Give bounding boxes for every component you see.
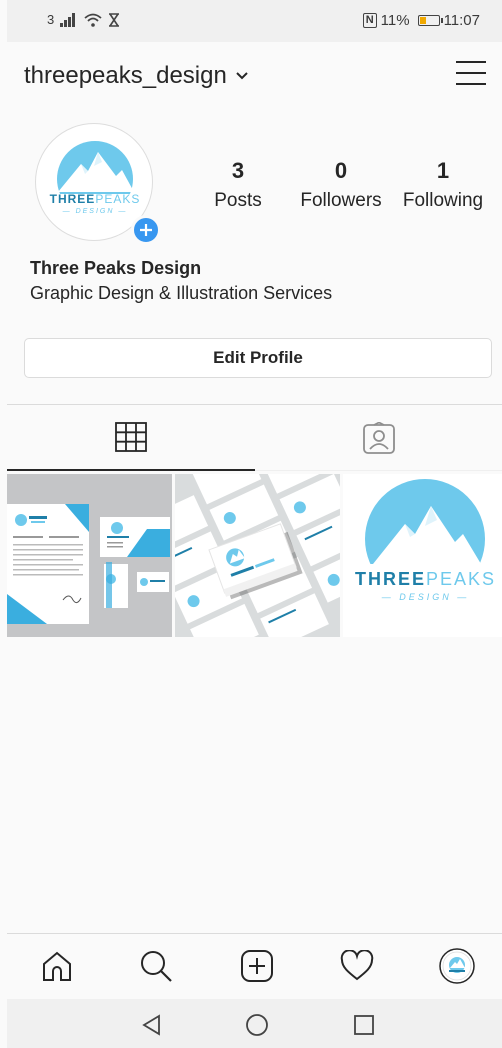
- profile-avatar-wrap[interactable]: THREEPEAKS — DESIGN —: [35, 123, 161, 245]
- battery-icon: [417, 15, 443, 26]
- recents-icon[interactable]: [352, 1013, 376, 1037]
- nav-new-post[interactable]: [239, 948, 275, 984]
- signal-icon: [60, 12, 76, 27]
- logo-word-peaks: PEAKS: [95, 192, 141, 206]
- three-peaks-logo-large: [365, 479, 485, 564]
- android-navigation-bar: [7, 999, 502, 1048]
- profile-header: threepeaks_design: [7, 42, 502, 108]
- nav-search[interactable]: [138, 948, 174, 984]
- post-thumbnail-business-cards[interactable]: [175, 474, 340, 637]
- stat-label: Followers: [300, 190, 382, 211]
- search-icon: [141, 951, 172, 982]
- clock: 11:07: [443, 12, 480, 29]
- tab-tagged[interactable]: [255, 405, 502, 471]
- heart-icon: [340, 950, 374, 981]
- stat-value: 3: [231, 158, 245, 183]
- stat-value: 0: [334, 158, 348, 183]
- grid-icon: [115, 422, 147, 452]
- tagged-icon: [363, 421, 395, 454]
- stat-label: Posts: [214, 190, 262, 211]
- tab-grid[interactable]: [7, 405, 255, 471]
- post-thumbnail-stationery[interactable]: [7, 474, 172, 637]
- profile-tabs: [7, 405, 502, 471]
- edit-profile-button[interactable]: Edit Profile: [24, 338, 492, 378]
- profile-bio: Graphic Design & Illustration Services: [30, 283, 333, 303]
- hourglass-icon: [109, 12, 120, 27]
- profile-avatar: [439, 948, 475, 984]
- back-icon[interactable]: [140, 1013, 164, 1037]
- home-circle-icon[interactable]: [245, 1013, 269, 1037]
- wifi-icon: [84, 13, 102, 27]
- nav-activity[interactable]: [339, 948, 375, 984]
- home-icon: [43, 951, 71, 981]
- nav-home[interactable]: [39, 948, 75, 984]
- stat-label: Following: [402, 190, 484, 211]
- stat-value: 1: [436, 158, 450, 183]
- battery-percent: 11%: [380, 12, 410, 29]
- profile-display-name: Three Peaks Design: [30, 258, 202, 278]
- status-bar: 3 N 11% 11:07: [7, 0, 502, 42]
- instagram-profile-screen: 3 N 11% 11:07 threepeaks_design THREEPEA…: [7, 0, 502, 1048]
- stat-following[interactable]: 1 Following: [398, 158, 488, 212]
- posts-grid: THREEPEAKS — DESIGN —: [7, 474, 502, 637]
- chevron-down-icon: [236, 72, 248, 80]
- hamburger-icon[interactable]: [456, 59, 486, 87]
- account-switcher[interactable]: threepeaks_design: [24, 62, 249, 90]
- nav-profile[interactable]: [439, 948, 475, 984]
- add-story-button[interactable]: [131, 215, 161, 245]
- logo-word-three: THREE: [354, 569, 426, 589]
- logo-sub: DESIGN: [75, 208, 115, 215]
- business-cards-mockup-image: [175, 474, 340, 637]
- nfc-icon: N: [362, 13, 377, 28]
- logo-sub: DESIGN: [399, 592, 452, 602]
- logo-word-peaks: PEAKS: [425, 569, 497, 589]
- plus-icon: [140, 224, 152, 236]
- new-post-icon: [241, 950, 273, 982]
- profile-stats: 3 Posts 0 Followers 1 Following: [192, 158, 492, 218]
- sim-indicator: 3: [47, 12, 55, 27]
- stat-posts[interactable]: 3 Posts: [206, 158, 270, 212]
- logo-word-three: THREE: [49, 192, 96, 206]
- username: threepeaks_design: [24, 62, 227, 89]
- post-thumbnail-logo[interactable]: THREEPEAKS — DESIGN —: [343, 474, 502, 637]
- stationery-mockup-image: [7, 474, 172, 637]
- bottom-navigation: [7, 933, 502, 999]
- stat-followers[interactable]: 0 Followers: [295, 158, 387, 212]
